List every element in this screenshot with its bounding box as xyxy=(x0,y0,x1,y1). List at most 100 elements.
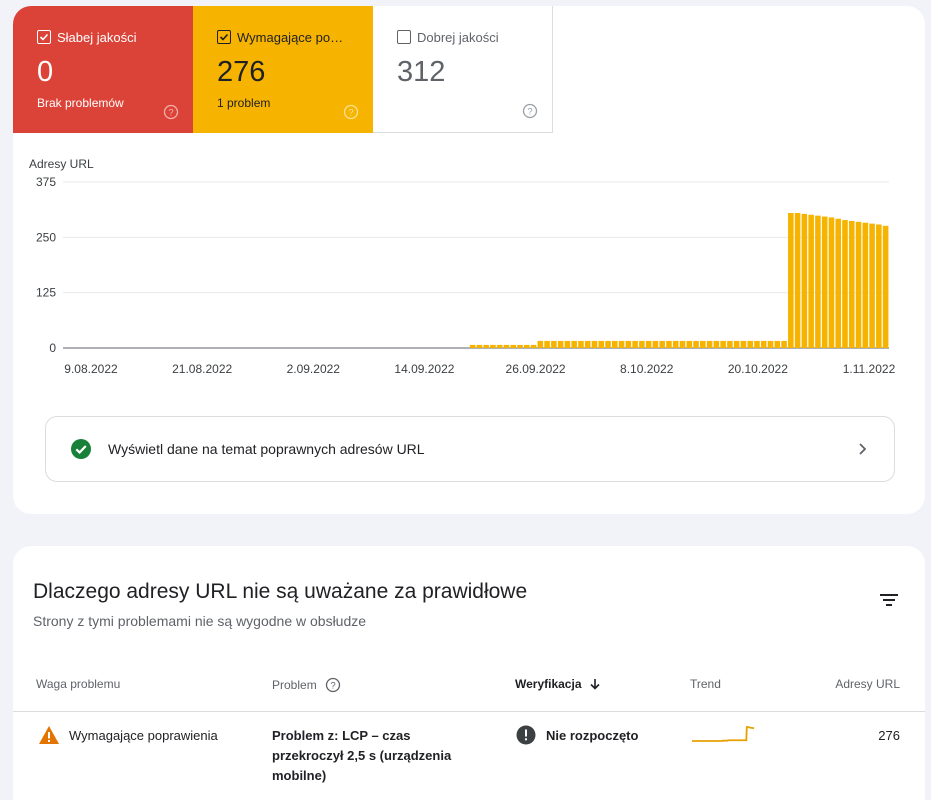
chart-bar xyxy=(767,340,774,348)
chart-bar xyxy=(815,215,821,348)
chart-bar xyxy=(808,214,814,348)
chart-bar xyxy=(483,344,489,348)
help-icon[interactable]: ? xyxy=(343,104,359,120)
row-severity: Wymagające poprawienia xyxy=(38,725,218,745)
chart-bar xyxy=(598,340,605,348)
chart-x-tick-label: 20.10.2022 xyxy=(728,362,788,376)
column-header-validation[interactable]: Weryfikacja xyxy=(515,677,602,691)
chart-bar xyxy=(727,340,733,348)
info-alert-icon xyxy=(516,725,536,745)
chart-x-tick-label: 26.09.2022 xyxy=(506,362,566,376)
chart-bar xyxy=(693,340,699,348)
chart-y-tick-label: 375 xyxy=(36,175,56,189)
column-header-urls[interactable]: Adresy URL xyxy=(835,677,900,691)
chart-x-tick-label: 9.08.2022 xyxy=(64,362,118,376)
row-divider xyxy=(13,711,925,712)
trend-line xyxy=(692,726,755,742)
row-validation: Nie rozpoczęto xyxy=(516,725,638,745)
column-header-problem[interactable]: Problem ? xyxy=(272,677,341,693)
tile-needs-improvement-sub: 1 problem xyxy=(217,96,271,110)
column-header-trend: Trend xyxy=(690,677,721,691)
chart-bar xyxy=(876,224,882,348)
chart-x-tick-label: 2.09.2022 xyxy=(287,362,341,376)
issues-card: Dlaczego adresy URL nie są uważane za pr… xyxy=(13,546,925,800)
chart-bar xyxy=(490,344,496,348)
chart-bar xyxy=(496,344,503,348)
chart-x-tick-label: 1.11.2022 xyxy=(843,362,896,376)
chart-bar xyxy=(700,340,706,348)
help-icon[interactable]: ? xyxy=(325,677,341,693)
svg-text:?: ? xyxy=(348,108,353,119)
issues-subtitle: Strony z tymi problemami nie są wygodne … xyxy=(33,613,367,629)
chart-bar xyxy=(855,221,862,348)
column-header-severity[interactable]: Waga problemu xyxy=(36,677,120,691)
chart-bar xyxy=(666,340,672,348)
chart-bar xyxy=(862,222,869,348)
chart-bar xyxy=(679,340,686,348)
chart-bar xyxy=(733,340,740,348)
tile-poor-count: 0 xyxy=(37,56,54,88)
chart-bar xyxy=(639,340,645,348)
chart-bar xyxy=(781,340,787,348)
tile-needs-improvement-count: 276 xyxy=(217,56,266,88)
chart-bar xyxy=(774,340,781,348)
help-icon[interactable]: ? xyxy=(163,104,179,120)
checkbox-unchecked-icon[interactable] xyxy=(397,30,411,44)
chart-bar xyxy=(760,340,767,348)
chart-bar xyxy=(801,213,808,348)
chart-bar xyxy=(821,216,828,348)
chart-bar xyxy=(672,340,679,348)
chart-x-tick-label: 8.10.2022 xyxy=(620,362,674,376)
chart-bar xyxy=(469,344,476,348)
issues-title: Dlaczego adresy URL nie są uważane za pr… xyxy=(33,580,528,603)
chart-bar xyxy=(788,212,794,348)
filter-icon[interactable] xyxy=(879,592,899,608)
chart-bar xyxy=(530,344,537,348)
view-good-urls-link[interactable]: Wyświetl dane na temat poprawnych adresó… xyxy=(45,416,895,482)
chart-bar xyxy=(605,340,611,348)
tile-poor-label: Słabej jakości xyxy=(57,29,137,45)
column-header-validation-label: Weryfikacja xyxy=(515,677,582,691)
row-severity-label: Wymagające poprawienia xyxy=(69,727,218,743)
column-header-trend-label: Trend xyxy=(690,677,721,691)
tile-good[interactable]: Dobrej jakości 312 ? xyxy=(373,6,553,133)
chart-bar xyxy=(523,344,530,348)
checkbox-checked-icon[interactable] xyxy=(37,30,51,44)
chart-bar xyxy=(578,340,584,348)
help-icon[interactable]: ? xyxy=(522,103,538,119)
chart-x-tick-label: 14.09.2022 xyxy=(394,362,454,376)
chart-bar xyxy=(537,340,544,348)
chart-x-tick-label: 21.08.2022 xyxy=(172,362,232,376)
tile-needs-improvement-label: Wymagające poprawienia xyxy=(237,29,349,45)
chart-bar xyxy=(794,212,801,348)
arrow-down-icon xyxy=(589,679,600,690)
chart-bar xyxy=(551,340,557,348)
view-good-urls-text: Wyświetl dane na temat poprawnych adresó… xyxy=(108,441,425,457)
summary-card: Słabej jakości 0 Brak problemów ? Wymaga… xyxy=(13,6,925,514)
chart-bar xyxy=(476,344,483,348)
chart-bar xyxy=(571,340,577,348)
chart-bar xyxy=(645,340,652,348)
chart-bar xyxy=(869,223,875,348)
chart-bar xyxy=(625,340,632,348)
svg-text:?: ? xyxy=(527,107,532,118)
tile-poor-sub: Brak problemów xyxy=(37,96,124,110)
chart-y-tick-label: 250 xyxy=(36,230,56,244)
column-header-urls-label: Adresy URL xyxy=(835,677,900,691)
chart-y-tick-label: 125 xyxy=(36,286,56,300)
chevron-right-icon xyxy=(859,443,867,455)
chart-bar xyxy=(652,340,659,348)
chart-bar xyxy=(557,340,564,348)
chart-bar xyxy=(517,344,523,348)
tile-good-count: 312 xyxy=(397,56,446,88)
chart-bar xyxy=(612,340,618,348)
chart-bar xyxy=(754,340,760,348)
tile-poor[interactable]: Słabej jakości 0 Brak problemów ? xyxy=(13,6,193,133)
row-problem[interactable]: Problem z: LCP – czas przekroczył 2,5 s … xyxy=(272,726,472,786)
warning-icon xyxy=(39,726,59,744)
checkbox-checked-icon[interactable] xyxy=(217,30,231,44)
tile-needs-improvement[interactable]: Wymagające poprawienia 276 1 problem ? xyxy=(193,6,373,133)
chart-bar xyxy=(510,344,517,348)
chart-bar xyxy=(632,340,638,348)
chart-ylabel: Adresy URL xyxy=(29,157,94,171)
